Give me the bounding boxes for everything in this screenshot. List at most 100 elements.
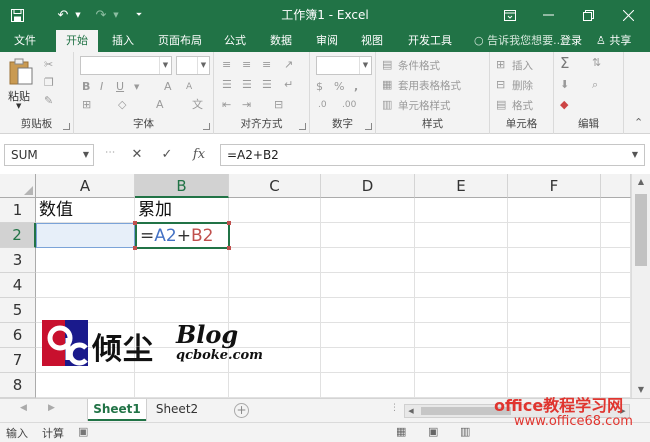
- wrap-text-icon[interactable]: ↵: [284, 78, 293, 92]
- vertical-scroll-thumb[interactable]: [635, 194, 647, 266]
- column-header-d[interactable]: D: [321, 174, 415, 198]
- format-cells-button[interactable]: 格式: [512, 98, 533, 113]
- sheet-tab-sheet1[interactable]: Sheet1: [88, 399, 146, 421]
- grid-cell[interactable]: [229, 273, 321, 298]
- normal-view-icon[interactable]: ▦: [396, 425, 406, 438]
- grid-cell[interactable]: [321, 248, 415, 273]
- vertical-scrollbar[interactable]: ▲ ▼: [631, 174, 650, 398]
- align-middle-icon[interactable]: ≡: [242, 58, 251, 72]
- align-bottom-icon[interactable]: ≡: [262, 58, 271, 72]
- column-header-a[interactable]: A: [36, 174, 135, 198]
- number-launcher-icon[interactable]: [365, 123, 372, 130]
- ribbon-display-options-icon[interactable]: [492, 0, 528, 30]
- column-header-e[interactable]: E: [415, 174, 508, 198]
- ref-b2-handle-tr[interactable]: [227, 221, 231, 225]
- row-header-7[interactable]: 7: [0, 348, 36, 373]
- cell-b2[interactable]: =A2+B2: [135, 222, 230, 249]
- row-header-3[interactable]: 3: [0, 248, 36, 273]
- tab-view[interactable]: 视图: [352, 30, 392, 52]
- grid-cell[interactable]: [415, 348, 508, 373]
- column-header-g[interactable]: [601, 174, 631, 198]
- bold-button[interactable]: B: [82, 80, 90, 94]
- number-format-combo[interactable]: ▼: [316, 56, 372, 75]
- grid-cell[interactable]: [508, 223, 601, 248]
- row-header-2[interactable]: 2: [0, 223, 36, 248]
- macro-record-icon[interactable]: ▣: [78, 425, 88, 438]
- column-header-c[interactable]: C: [229, 174, 321, 198]
- select-all-button[interactable]: [0, 174, 36, 198]
- alignment-launcher-icon[interactable]: [299, 123, 306, 130]
- ref-b2-handle-tl[interactable]: [133, 221, 137, 225]
- cell-a2[interactable]: [36, 223, 135, 248]
- grid-cell[interactable]: [601, 198, 631, 223]
- cell-styles-button[interactable]: 单元格样式: [398, 98, 451, 113]
- column-header-f[interactable]: F: [508, 174, 601, 198]
- accounting-icon[interactable]: $: [316, 80, 323, 94]
- grid-cell[interactable]: [36, 273, 135, 298]
- grid-cell[interactable]: [601, 223, 631, 248]
- increase-indent-icon[interactable]: ⇥: [242, 98, 251, 112]
- fill-icon[interactable]: ⬇: [560, 78, 569, 92]
- column-header-b[interactable]: B: [135, 174, 229, 198]
- tab-review[interactable]: 审阅: [308, 30, 346, 52]
- ref-b2-handle-br[interactable]: [227, 246, 231, 250]
- tab-file[interactable]: 文件: [6, 30, 44, 52]
- grid-cell[interactable]: [321, 273, 415, 298]
- row-header-4[interactable]: 4: [0, 273, 36, 298]
- grid-cell[interactable]: [601, 273, 631, 298]
- sort-filter-icon[interactable]: ⇅: [592, 56, 601, 70]
- grid-cell[interactable]: [229, 373, 321, 398]
- grid-cell[interactable]: [601, 248, 631, 273]
- share-button[interactable]: ♙ 共享: [596, 30, 631, 52]
- underline-dropdown-icon[interactable]: ▼: [134, 80, 139, 94]
- phonetic-icon[interactable]: 文: [192, 98, 203, 112]
- cut-icon[interactable]: ✂: [44, 58, 53, 72]
- grid-cell[interactable]: [508, 323, 601, 348]
- tab-home[interactable]: 开始: [56, 30, 98, 53]
- grid-cell[interactable]: [601, 298, 631, 323]
- row-header-1[interactable]: 1: [0, 198, 36, 223]
- insert-function-button[interactable]: fx: [188, 146, 210, 164]
- grid-cell[interactable]: [415, 323, 508, 348]
- login-link[interactable]: 登录: [560, 30, 582, 52]
- row-header-6[interactable]: 6: [0, 323, 36, 348]
- tab-page-layout[interactable]: 页面布局: [150, 30, 210, 52]
- delete-cells-button[interactable]: 删除: [512, 78, 533, 93]
- grid-cell[interactable]: [508, 298, 601, 323]
- insert-cells-button[interactable]: 插入: [512, 58, 533, 73]
- grid-cell[interactable]: [321, 323, 415, 348]
- tab-insert[interactable]: 插入: [104, 30, 142, 52]
- format-painter-icon[interactable]: ✎: [44, 94, 53, 108]
- tab-data[interactable]: 数据: [262, 30, 300, 52]
- align-center-icon[interactable]: ☰: [242, 78, 252, 92]
- grid-cell[interactable]: [135, 248, 229, 273]
- align-right-icon[interactable]: ☰: [262, 78, 272, 92]
- align-left-icon[interactable]: ☰: [222, 78, 232, 92]
- tab-splitter-handle[interactable]: ⋮: [390, 403, 399, 413]
- grid-cell[interactable]: [135, 373, 229, 398]
- add-sheet-button[interactable]: +: [234, 403, 249, 418]
- clipboard-launcher-icon[interactable]: [63, 123, 70, 130]
- autosum-icon[interactable]: Σ: [560, 56, 569, 71]
- enter-button[interactable]: ✓: [156, 146, 178, 164]
- comma-button[interactable]: ,: [354, 80, 358, 94]
- grid-cell[interactable]: [229, 323, 321, 348]
- tab-formulas[interactable]: 公式: [216, 30, 254, 52]
- tell-me-search[interactable]: ○ 告诉我您想要...: [474, 30, 564, 52]
- grid-cell[interactable]: [321, 373, 415, 398]
- scroll-up-icon[interactable]: ▲: [632, 174, 650, 190]
- grid-cell[interactable]: [601, 348, 631, 373]
- grid-cell[interactable]: [508, 198, 601, 223]
- font-color-icon[interactable]: A: [156, 98, 164, 112]
- grid-cell[interactable]: [229, 248, 321, 273]
- cancel-button[interactable]: ✕: [126, 146, 148, 164]
- sheet-tab-sheet2[interactable]: Sheet2: [150, 399, 204, 421]
- next-sheet-icon[interactable]: ▶: [48, 403, 55, 413]
- close-button[interactable]: [610, 0, 646, 30]
- page-break-view-icon[interactable]: ▥: [460, 425, 470, 438]
- grid-cell[interactable]: [415, 248, 508, 273]
- row-header-5[interactable]: 5: [0, 298, 36, 323]
- tab-developer[interactable]: 开发工具: [400, 30, 460, 52]
- decrease-decimal-icon[interactable]: .00: [342, 98, 356, 112]
- orientation-icon[interactable]: ↗: [284, 58, 293, 72]
